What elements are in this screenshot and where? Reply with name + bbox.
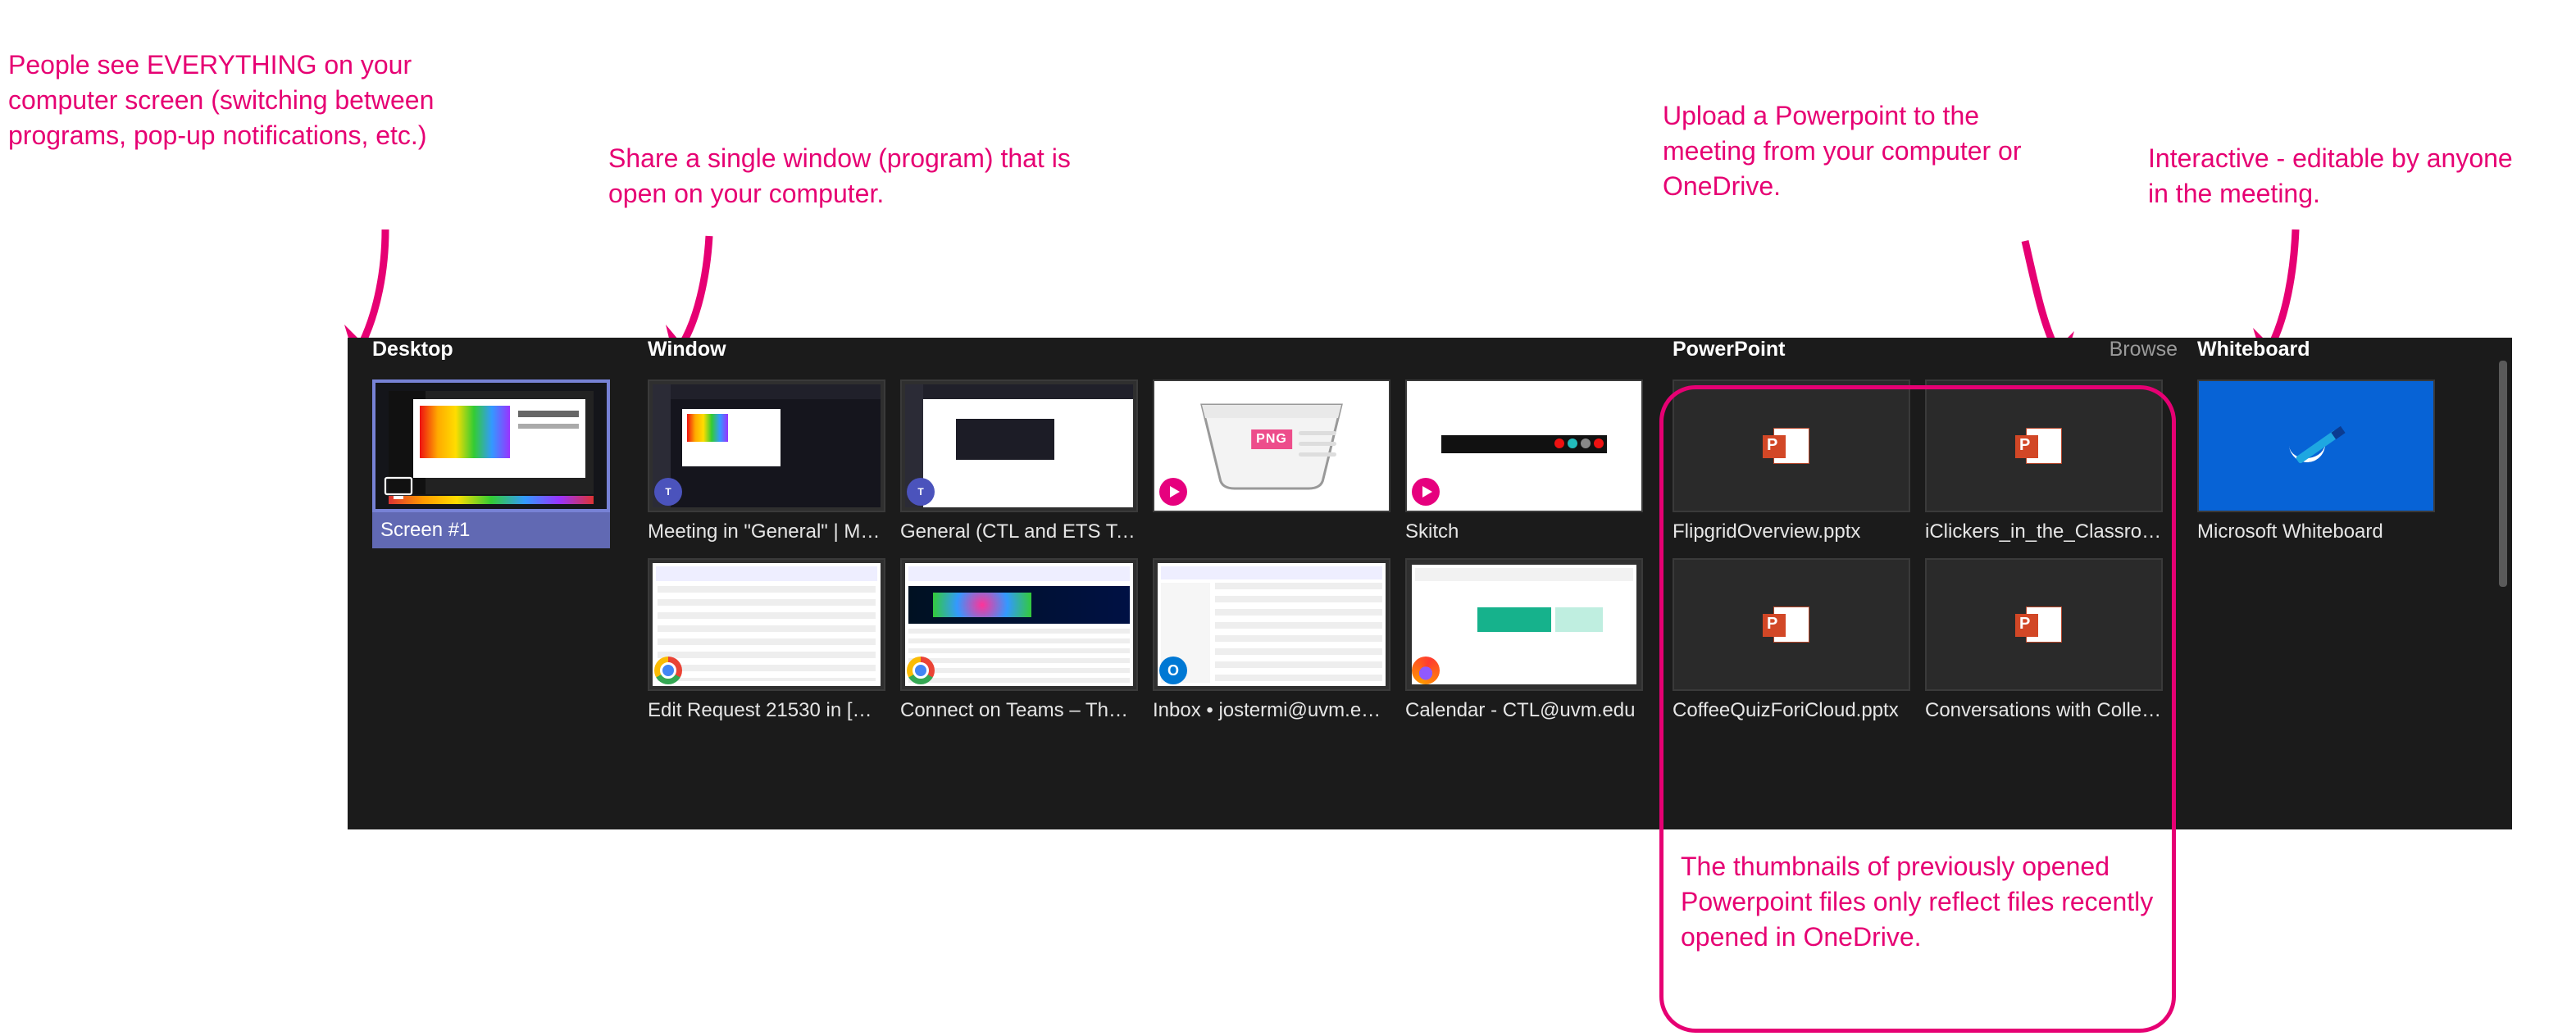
powerpoint-tile-label: Conversations with Colle… [1925, 699, 2163, 722]
window-thumbnail: PNG [1153, 379, 1390, 512]
window-tile-label: Calendar - CTL@uvm.edu [1405, 699, 1643, 722]
annotation-window: Share a single window (program) that is … [608, 141, 1133, 211]
skitch-icon [1412, 478, 1440, 506]
window-tile[interactable]: T General (CTL and ETS Te… [900, 379, 1138, 543]
window-thumbnail: T [900, 379, 1138, 512]
powerpoint-icon [2026, 607, 2062, 643]
powerpoint-thumbnail [1673, 379, 1910, 512]
teams-icon: T [907, 478, 935, 506]
chrome-icon [907, 657, 935, 684]
powerpoint-icon [2026, 428, 2062, 464]
section-title-window: Window [648, 338, 1664, 361]
monitor-icon [384, 476, 413, 501]
section-whiteboard: Whiteboard Microsoft Whiteboard [2197, 338, 2451, 543]
window-thumbnail: O [1153, 558, 1390, 691]
whiteboard-tile-label: Microsoft Whiteboard [2197, 520, 2435, 543]
window-thumbnail [1405, 558, 1643, 691]
window-tile-label: Connect on Teams – The… [900, 699, 1138, 722]
whiteboard-icon [2293, 428, 2339, 464]
firefox-icon [1412, 657, 1440, 684]
window-tile-label: Skitch [1405, 520, 1643, 543]
window-tile[interactable]: Calendar - CTL@uvm.edu [1405, 558, 1643, 722]
window-tile[interactable]: Connect on Teams – The… [900, 558, 1138, 722]
skitch-icon [1159, 478, 1187, 506]
scrollbar-thumb[interactable] [2499, 361, 2507, 587]
window-tile-label [1153, 520, 1390, 543]
section-desktop: Desktop Screen #1 [372, 338, 626, 548]
teams-icon: T [654, 478, 682, 506]
share-tray-panel: Desktop Screen #1 Windo [348, 338, 2512, 829]
section-title-powerpoint: PowerPoint [1673, 338, 1786, 361]
powerpoint-thumbnail [1673, 558, 1910, 691]
window-tile[interactable]: Skitch [1405, 379, 1643, 543]
window-thumbnail: T [648, 379, 885, 512]
powerpoint-icon [1773, 607, 1809, 643]
powerpoint-tile-label: CoffeeQuizForiCloud.pptx [1673, 699, 1910, 722]
powerpoint-tile-label: iClickers_in_the_Classroo… [1925, 520, 2163, 543]
skitch-tray-icon: PNG [1177, 397, 1366, 495]
outlook-icon: O [1159, 657, 1187, 684]
powerpoint-tile[interactable]: Conversations with Colle… [1925, 558, 2163, 722]
window-tile[interactable]: PNG [1153, 379, 1390, 543]
annotation-whiteboard: Interactive - editable by anyone in the … [2148, 141, 2525, 211]
window-thumbnail [1405, 379, 1643, 512]
window-tile[interactable]: T Meeting in "General" | M… [648, 379, 885, 543]
window-thumbnail [900, 558, 1138, 691]
annotation-ppt-note: The thumbnails of previously opened Powe… [1681, 849, 2156, 956]
window-tile-label: General (CTL and ETS Te… [900, 520, 1138, 543]
window-tile-label: Inbox • jostermi@uvm.e… [1153, 699, 1390, 722]
powerpoint-browse-link[interactable]: Browse [2109, 338, 2178, 361]
section-title-whiteboard: Whiteboard [2197, 338, 2451, 361]
powerpoint-icon [1773, 428, 1809, 464]
powerpoint-thumbnail [1925, 379, 2163, 512]
window-tile-label: Meeting in "General" | M… [648, 520, 885, 543]
window-tile[interactable]: O Inbox • jostermi@uvm.e… [1153, 558, 1390, 722]
desktop-tile-label: Screen #1 [372, 512, 610, 548]
annotation-desktop: People see EVERYTHING on your computer s… [8, 48, 476, 154]
window-tile[interactable]: Edit Request 21530 in [D… [648, 558, 885, 722]
powerpoint-tile[interactable]: iClickers_in_the_Classroo… [1925, 379, 2163, 543]
svg-text:T: T [917, 486, 924, 498]
desktop-thumbnail [372, 379, 610, 512]
powerpoint-tile-label: FlipgridOverview.pptx [1673, 520, 1910, 543]
section-powerpoint: PowerPoint Browse FlipgridOverview.pptx i… [1673, 338, 2184, 722]
whiteboard-tile[interactable]: Microsoft Whiteboard [2197, 379, 2435, 543]
section-window: Window T Meeting in "General" | M… T Genera… [648, 338, 1664, 722]
window-tile-label: Edit Request 21530 in [D… [648, 699, 885, 722]
window-thumbnail [648, 558, 885, 691]
svg-text:T: T [665, 486, 671, 498]
scrollbar[interactable] [2499, 361, 2507, 803]
annotation-powerpoint: Upload a Powerpoint to the meeting from … [1663, 98, 2040, 205]
powerpoint-thumbnail [1925, 558, 2163, 691]
powerpoint-tile[interactable]: CoffeeQuizForiCloud.pptx [1673, 558, 1910, 722]
section-title-desktop: Desktop [372, 338, 626, 361]
desktop-tile[interactable]: Screen #1 [372, 379, 610, 548]
whiteboard-thumbnail [2197, 379, 2435, 512]
powerpoint-tile[interactable]: FlipgridOverview.pptx [1673, 379, 1910, 543]
chrome-icon [654, 657, 682, 684]
